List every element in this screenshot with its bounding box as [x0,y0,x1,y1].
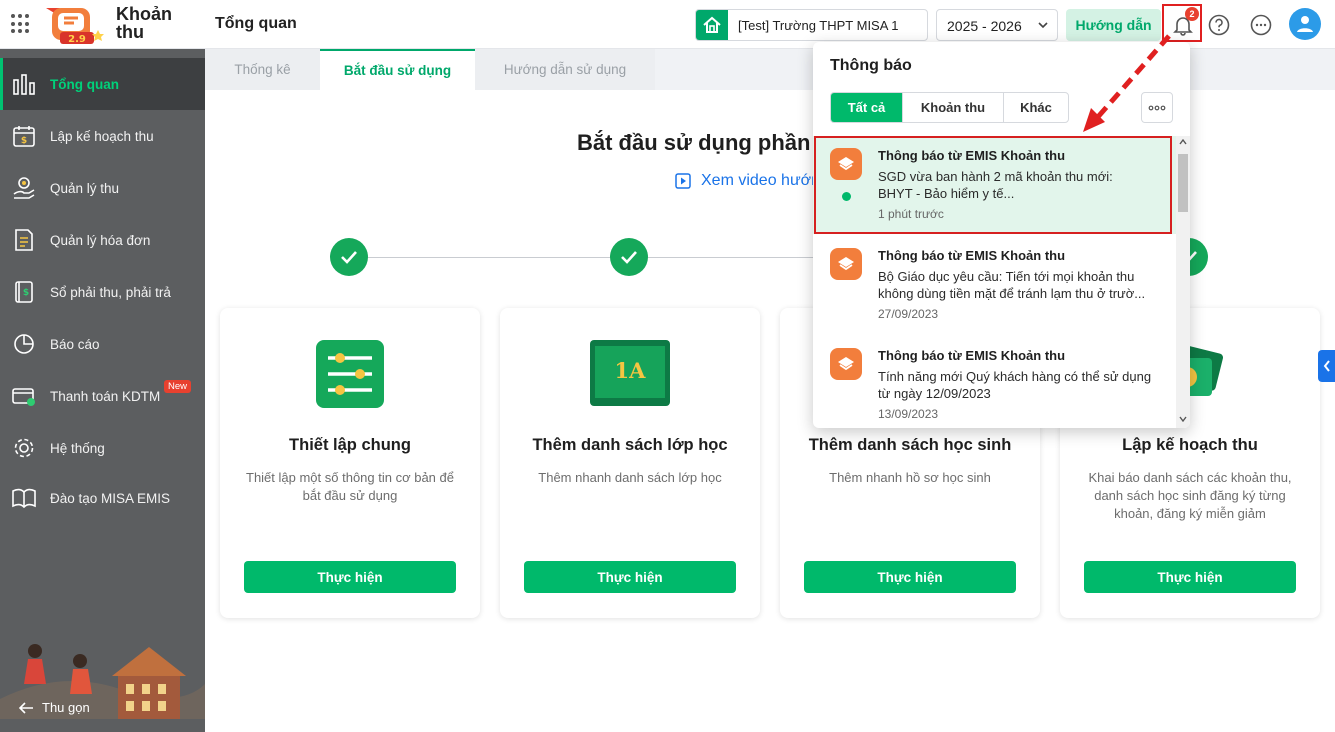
sidebar-item-label: Thanh toán KDTM [50,388,161,404]
sidebar-item-invoices[interactable]: Quản lý hóa đơn [0,214,205,266]
notification-title: Thông báo từ EMIS Khoản thu [878,248,1066,263]
page-title: Tổng quan [215,15,297,32]
play-icon [675,173,691,189]
emis-app-icon [830,348,862,380]
pie-chart-icon [14,334,34,354]
overview-tabs: Thống kê Bắt đầu sử dụng Hướng dẫn sử dụ… [205,49,825,90]
chevron-left-icon [1323,360,1330,372]
gear-icon [14,438,34,458]
scrollbar-thumb[interactable] [1178,154,1188,212]
document-icon [15,229,33,251]
card-add-classes: 1A Thêm danh sách lớp học Thêm nhanh dan… [500,308,760,618]
tab-getting-started[interactable]: Bắt đầu sử dụng [320,49,475,90]
highlight-frame [814,136,1172,234]
sidebar-item-reports[interactable]: Báo cáo [0,318,205,370]
help-icon[interactable] [1208,14,1230,36]
add-students-button[interactable]: Thực hiện [804,561,1016,593]
notification-item[interactable]: Thông báo từ EMIS Khoản thu Bộ Giáo dục … [813,236,1176,334]
ledger-icon: $ [15,281,33,303]
svg-text:2.9: 2.9 [68,34,86,45]
notification-scrollbar[interactable] [1176,136,1190,428]
school-year-select[interactable]: 2025 - 2026 [936,9,1058,41]
notification-tab-fees[interactable]: Khoản thu [903,93,1004,122]
card-description: Thiết lập một số thông tin cơ bản để bắt… [246,470,454,503]
sidebar-item-ledger[interactable]: $ Sổ phải thu, phải trả [0,266,205,318]
start-setup-button[interactable]: Thực hiện [244,561,456,593]
sidebar-item-system[interactable]: Hệ thống [0,422,205,474]
apps-grid-icon[interactable] [11,14,31,34]
notification-tabs: Tất cả Khoản thu Khác [830,92,1069,123]
tab-statistics[interactable]: Thống kê [205,49,320,90]
chevron-down-icon [1038,22,1048,29]
sidebar-item-label: Báo cáo [50,336,100,352]
sidebar-item-cashless[interactable]: Thanh toán KDTM New [0,370,205,422]
school-illustration [0,644,205,732]
card-general-setup: Thiết lập chung Thiết lập một số thông t… [220,308,480,618]
school-name: [Test] Trường THPT MISA 1 [738,18,899,33]
arrow-left-icon [18,701,33,714]
card-title: Thêm danh sách học sinh [808,436,1012,454]
sidebar-item-label: Lập kế hoạch thu [50,128,154,144]
notification-title: Thông báo từ EMIS Khoản thu [878,348,1066,363]
card-description: Thêm nhanh hồ sơ học sinh [829,470,991,485]
more-options-icon[interactable] [1250,14,1272,36]
notification-count-badge: 2 [1185,7,1199,21]
settings-sliders-icon [316,340,384,408]
class-label-icon-text: 1A [614,357,646,383]
notification-time: 13/09/2023 [878,407,939,421]
tab-user-guide[interactable]: Hướng dẫn sử dụng [475,49,655,90]
notification-body: Tính năng mới Quý khách hàng có thể sử d… [878,369,1152,401]
book-icon [12,488,36,509]
card-title: Thiết lập chung [289,436,411,454]
calendar-money-icon: $ [13,126,35,147]
sidebar-item-label: Hệ thống [50,440,105,456]
scroll-up-icon [1179,139,1187,145]
collapse-sidebar-button[interactable]: Thu gọn [18,700,90,715]
sidebar: Tổng quan $ Lập kế hoạch thu Quản lý thu… [0,49,205,732]
plan-revenue-button[interactable]: Thực hiện [1084,561,1296,593]
svg-text:$: $ [23,288,29,298]
sidebar-item-label: Sổ phải thu, phải trả [50,284,171,300]
card-description: Khai báo danh sách các khoản thu, danh s… [1088,470,1292,521]
sidebar-item-label: Tổng quan [50,76,119,92]
expand-panel-button[interactable] [1318,350,1335,382]
svg-text:$: $ [21,136,27,146]
emis-app-icon [830,248,862,280]
notification-body: Bộ Giáo dục yêu cầu: Tiến tới mọi khoản … [878,269,1146,301]
step-complete-check-icon [610,238,648,276]
card-description: Thêm nhanh danh sách lớp học [538,470,722,485]
sidebar-item-label: Đào tạo MISA EMIS [50,490,171,506]
hand-coin-icon [13,177,35,199]
step-complete-check-icon [330,238,368,276]
notification-tab-other[interactable]: Khác [1004,93,1068,122]
school-year-value: 2025 - 2026 [947,18,1022,34]
sidebar-item-collect[interactable]: Quản lý thu [0,162,205,214]
sidebar-item-training[interactable]: Đào tạo MISA EMIS [0,472,205,524]
card-payment-icon [12,388,35,406]
sidebar-item-label: Quản lý hóa đơn [50,232,151,248]
notification-time: 27/09/2023 [878,307,939,321]
new-badge: New [164,380,192,393]
app-name: Khoản thu [116,4,172,42]
add-classes-button[interactable]: Thực hiện [524,561,736,593]
active-indicator [0,58,3,110]
notification-tab-all[interactable]: Tất cả [831,93,903,122]
sidebar-item-plan[interactable]: $ Lập kế hoạch thu [0,110,205,162]
collapse-label: Thu gọn [42,700,90,715]
chart-bars-icon [13,74,35,95]
scroll-down-icon [1179,416,1187,422]
app-logo[interactable]: 2.9 [42,4,106,46]
annotation-arrow [1083,34,1171,132]
card-title: Lập kế hoạch thu [1122,436,1258,454]
sidebar-item-overview[interactable]: Tổng quan [0,58,205,110]
sidebar-item-label: Quản lý thu [50,180,120,196]
school-home-icon [696,10,728,40]
user-avatar[interactable] [1289,8,1321,40]
school-selector[interactable]: [Test] Trường THPT MISA 1 [695,9,928,41]
notification-item[interactable]: Thông báo từ EMIS Khoản thu Tính năng mớ… [813,336,1176,428]
card-title: Thêm danh sách lớp học [532,436,728,454]
notification-panel-title: Thông báo [830,57,912,74]
